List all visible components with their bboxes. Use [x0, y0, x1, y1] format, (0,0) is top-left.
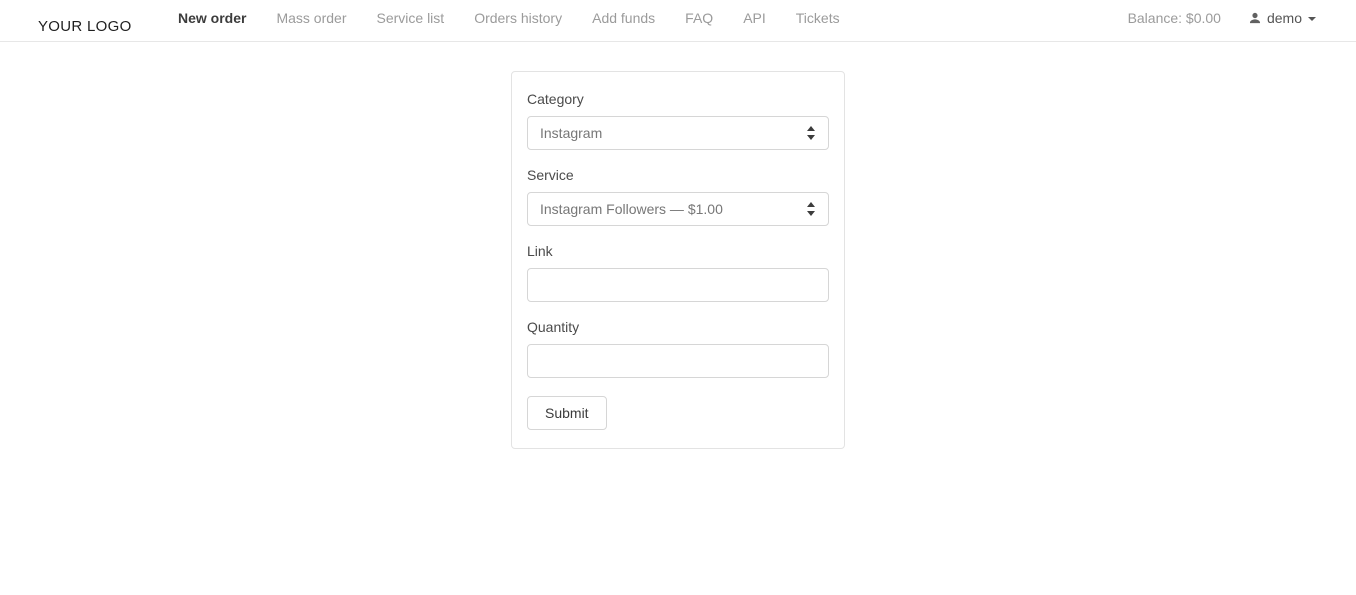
select-arrows-icon [806, 202, 816, 216]
category-label: Category [527, 92, 829, 106]
select-arrows-icon [806, 126, 816, 140]
user-icon [1248, 11, 1262, 25]
link-group: Link [527, 244, 829, 302]
service-select[interactable]: Instagram Followers — $1.00 [527, 192, 829, 226]
category-group: Category Instagram [527, 92, 829, 150]
link-input[interactable] [527, 268, 829, 302]
nav-item-add-funds[interactable]: Add funds [592, 10, 655, 26]
nav-item-mass-order[interactable]: Mass order [276, 10, 346, 26]
category-select[interactable]: Instagram [527, 116, 829, 150]
username-label: demo [1267, 10, 1302, 26]
service-selected-value: Instagram Followers — $1.00 [540, 201, 723, 217]
quantity-input[interactable] [527, 344, 829, 378]
site-logo[interactable]: YOUR LOGO [38, 18, 132, 35]
nav-item-tickets[interactable]: Tickets [796, 10, 840, 26]
nav-item-orders-history[interactable]: Orders history [474, 10, 562, 26]
nav-item-api[interactable]: API [743, 10, 766, 26]
caret-down-icon [1308, 17, 1316, 21]
quantity-group: Quantity [527, 320, 829, 378]
submit-button[interactable]: Submit [527, 396, 607, 430]
nav-item-new-order[interactable]: New order [178, 10, 246, 26]
nav-item-faq[interactable]: FAQ [685, 10, 713, 26]
service-group: Service Instagram Followers — $1.00 [527, 168, 829, 226]
top-navbar: YOUR LOGO New order Mass order Service l… [0, 0, 1356, 42]
quantity-label: Quantity [527, 320, 829, 334]
main-nav: New order Mass order Service list Orders… [178, 10, 840, 26]
user-menu-dropdown[interactable]: demo [1248, 10, 1316, 26]
nav-item-service-list[interactable]: Service list [377, 10, 445, 26]
link-label: Link [527, 244, 829, 258]
header-right-group: Balance: $0.00 demo [1128, 10, 1316, 26]
balance-label: Balance: $0.00 [1128, 10, 1221, 26]
service-label: Service [527, 168, 829, 182]
new-order-form-card: Category Instagram Service Instagram Fol… [511, 71, 845, 449]
category-selected-value: Instagram [540, 125, 602, 141]
